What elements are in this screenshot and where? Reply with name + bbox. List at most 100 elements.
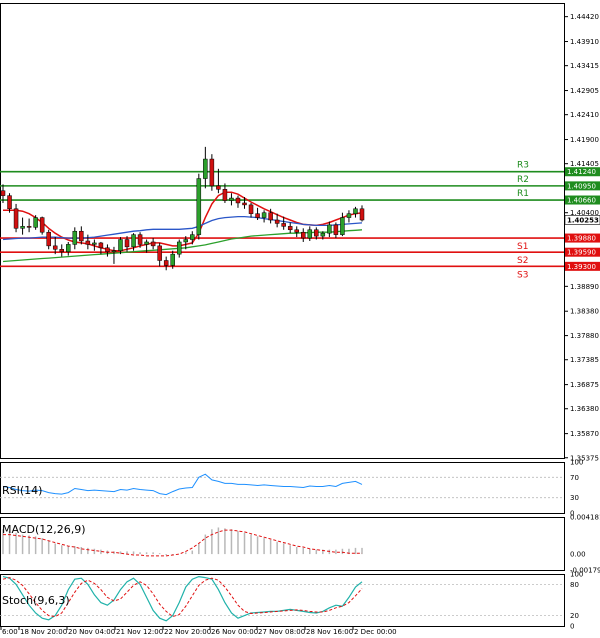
- candle-body: [248, 204, 254, 214]
- candle-body: [346, 213, 352, 218]
- level-label-s2: S2: [517, 256, 528, 266]
- candle-body: [203, 158, 208, 179]
- candle-body: [176, 241, 182, 255]
- level-badge-text: 1.39300: [567, 263, 596, 271]
- candle-body: [131, 234, 136, 248]
- time-tick-label: 28 Nov 16:00: [306, 628, 353, 636]
- level-label-s1: S1: [517, 242, 528, 252]
- candle-body: [242, 202, 247, 206]
- candle-body: [209, 158, 215, 187]
- candle-body: [190, 234, 195, 240]
- candle-body: [268, 212, 273, 221]
- price-tick-label: 1.35870: [570, 430, 599, 438]
- time-tick-label: 26 Nov 00:00: [211, 628, 258, 636]
- level-badge-text: 1.41240: [567, 168, 596, 176]
- pane-frame-main: [0, 3, 565, 459]
- candle-body: [287, 226, 293, 231]
- level-badge-text: 1.39590: [567, 249, 596, 257]
- level-label-r2: R2: [517, 175, 529, 185]
- price-tick-label: 1.41900: [570, 136, 599, 144]
- macd-tick-label: 0.00: [570, 551, 586, 559]
- macd-tick-label: 0.004181: [570, 514, 600, 522]
- time-tick-label: 18 Nov 20:00: [20, 628, 67, 636]
- price-tick-label: 1.43415: [570, 62, 599, 70]
- candle-body: [66, 244, 71, 252]
- rsi-tick-label: 70: [570, 474, 579, 482]
- price-tick-label: 1.42410: [570, 111, 599, 119]
- candle-body: [163, 260, 169, 266]
- candle-body: [20, 226, 25, 229]
- stoch-label: Stoch(9,6,3): [2, 594, 70, 607]
- candle-body: [150, 241, 156, 247]
- candle-body: [294, 229, 299, 233]
- candle-body: [144, 241, 149, 245]
- candle-body: [235, 197, 241, 204]
- candle-body: [320, 232, 326, 237]
- time-tick-label: 27 Nov 08:00: [258, 628, 305, 636]
- candle-body: [340, 217, 345, 235]
- candle-body: [52, 245, 58, 250]
- candle-body: [314, 229, 319, 237]
- price-tick-label: 1.37385: [570, 356, 599, 364]
- price-tick-label: 1.37880: [570, 332, 599, 340]
- candle-body: [261, 212, 267, 218]
- candle-body: [13, 208, 19, 229]
- rsi-label: RSI(14): [2, 484, 42, 497]
- candle-body: [105, 247, 110, 252]
- candle-body: [33, 217, 38, 228]
- candle: [33, 215, 38, 230]
- candle-body: [118, 239, 123, 251]
- candle-body: [39, 217, 45, 233]
- candle: [209, 154, 215, 191]
- candle: [196, 173, 202, 240]
- time-tick-label: 22 Nov 20:00: [164, 628, 211, 636]
- level-label-r3: R3: [517, 161, 529, 171]
- candle-body: [85, 240, 91, 245]
- stoch-tick-label: 0: [570, 623, 574, 631]
- candle-body: [26, 226, 32, 228]
- current-price-text: 1.40253: [567, 216, 599, 224]
- candle-body: [229, 197, 234, 201]
- time-tick-label: 21 Nov 12:00: [116, 628, 163, 636]
- candle-body: [222, 189, 228, 201]
- rsi-tick-label: 100: [570, 459, 583, 467]
- candle-body: [333, 224, 339, 235]
- candle-body: [79, 230, 84, 242]
- candle-body: [307, 229, 313, 239]
- stoch-tick-label: 20: [570, 612, 579, 620]
- candle-body: [72, 230, 78, 245]
- level-badge-text: 1.39880: [567, 235, 596, 243]
- candle-body: [7, 195, 12, 210]
- candle-body: [281, 223, 286, 227]
- candle-body: [46, 231, 51, 247]
- rsi-tick-label: 30: [570, 494, 579, 502]
- candle-body: [98, 242, 104, 249]
- level-label-s3: S3: [517, 270, 528, 280]
- candle-body: [111, 250, 117, 252]
- level-badge-text: 1.40950: [567, 182, 596, 190]
- candle-body: [170, 253, 175, 266]
- candle-body: [59, 249, 64, 252]
- price-tick-label: 1.36875: [570, 381, 599, 389]
- level-badge-text: 1.40660: [567, 197, 596, 205]
- stoch-tick-label: 100: [570, 571, 583, 579]
- price-tick-label: 1.44420: [570, 13, 599, 21]
- price-tick-label: 1.38890: [570, 283, 599, 291]
- candle-body: [353, 208, 358, 214]
- pane-frame-rsi: [0, 462, 565, 514]
- time-tick-label: 20 Nov 04:00: [68, 628, 115, 636]
- candle-body: [137, 234, 143, 245]
- candle-body: [327, 224, 332, 234]
- stoch-tick-label: 80: [570, 581, 579, 589]
- price-tick-label: 1.38380: [570, 308, 599, 316]
- candle-body: [92, 242, 97, 245]
- price-tick-label: 1.43910: [570, 38, 599, 46]
- candle-body: [274, 219, 280, 224]
- candle-body: [124, 239, 130, 248]
- candle-body: [196, 178, 202, 235]
- price-tick-label: 1.36380: [570, 405, 599, 413]
- candle-body: [183, 239, 189, 243]
- candle-body: [301, 231, 306, 239]
- candle-body: [0, 190, 6, 196]
- candle-body: [216, 185, 221, 190]
